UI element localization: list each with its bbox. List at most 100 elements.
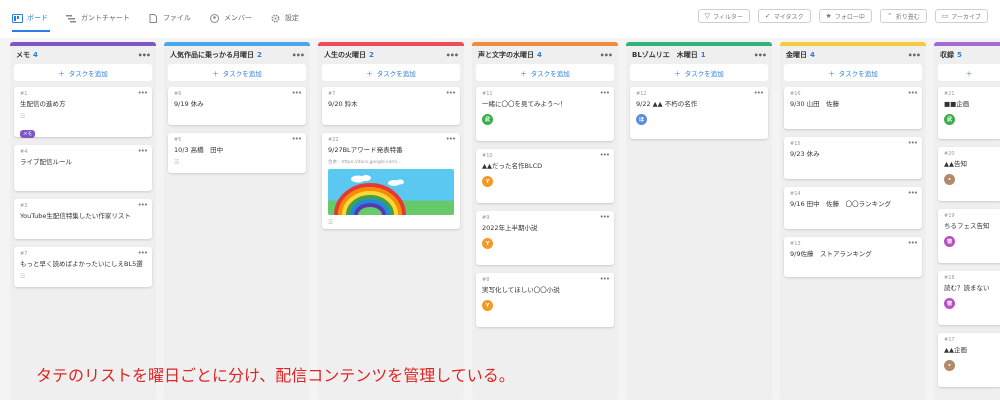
task-card[interactable]: ••• #3 YouTube生配信特集したい作家リスト (14, 199, 152, 239)
tab-gantt[interactable]: ガントチャート (66, 10, 130, 26)
column-title: メモ (16, 51, 30, 59)
card-more-icon[interactable]: ••• (908, 89, 918, 97)
description-icon: ☰ (328, 219, 334, 226)
task-card[interactable]: #21 ■■企画 武 (938, 87, 1000, 139)
list-column-wednesday: 声と文字の水曜日 4 ••• ＋ タスクを追加 ••• #11 一緒に〇〇を見てみ… (472, 42, 618, 400)
task-card[interactable]: ••• #14 9/16 田中 佐藤 〇〇ランキング (784, 187, 922, 229)
card-more-icon[interactable]: ••• (600, 275, 610, 283)
assignee-avatar[interactable]: 徳 (944, 298, 955, 309)
script-link[interactable]: 台本：https://docs.google.com/... (328, 159, 454, 165)
following-button[interactable]: ★ フォロー中 (818, 9, 872, 23)
task-card[interactable]: #20 ▲▲告知 • (938, 147, 1000, 201)
card-more-icon[interactable]: ••• (908, 139, 918, 147)
card-more-icon[interactable]: ••• (908, 189, 918, 197)
task-number: #22 (328, 137, 339, 143)
task-number: #15 (790, 141, 801, 147)
task-title: 一緒に〇〇を見てみよう～！ (482, 100, 567, 108)
column-header[interactable]: メモ 4 ••• (10, 46, 156, 64)
task-card[interactable]: ••• #15 9/23 休み (784, 137, 922, 179)
tab-board[interactable]: ボード (12, 10, 48, 26)
task-card[interactable]: ••• #11 一緒に〇〇を見てみよう～！ 武 (476, 87, 614, 141)
filter-icon: ▽ (704, 12, 711, 20)
assignee-avatar[interactable]: Y (482, 238, 493, 249)
filter-button[interactable]: ▽ フィルター (697, 9, 750, 23)
more-icon[interactable]: ••• (754, 51, 767, 60)
task-card[interactable]: #18 読む？読まない 徳 (938, 271, 1000, 325)
column-header[interactable]: 収録 5 (934, 46, 1000, 64)
task-card[interactable]: ••• #9 2022年上半期小説 Y (476, 211, 614, 265)
column-header[interactable]: 人生の火曜日 2 ••• (318, 46, 464, 64)
column-header[interactable]: 声と文字の水曜日 4 ••• (472, 46, 618, 64)
task-card[interactable]: ••• #10 ▲▲だった名作BLCD Y (476, 149, 614, 203)
task-card[interactable]: ••• #5 10/3 高橋 田中 ☰ (168, 133, 306, 173)
assignee-avatar[interactable]: Y (482, 176, 493, 187)
assignee-avatar[interactable]: 徳 (944, 236, 955, 247)
add-task-button[interactable]: ＋ タスクを追加 (14, 64, 152, 81)
assignee-avatar[interactable]: Y (482, 300, 493, 311)
assignee-avatar[interactable]: ほ (636, 114, 647, 125)
card-more-icon[interactable]: ••• (138, 89, 148, 97)
more-icon[interactable]: ••• (138, 51, 151, 60)
assignee-avatar[interactable]: • (944, 174, 955, 185)
add-task-label: タスクを追加 (68, 69, 108, 78)
task-card[interactable]: ••• #4 ライブ配信ルール (14, 145, 152, 191)
tab-members[interactable]: メンバー (209, 10, 252, 26)
assignee-avatar[interactable]: 武 (482, 114, 493, 125)
add-task-button[interactable]: ＋ タスクを追加 (476, 64, 614, 81)
view-tabs: ボード ガントチャート ファイル メンバー 設定 (12, 10, 299, 26)
tab-settings[interactable]: 設定 (270, 10, 299, 26)
task-card[interactable]: ••• #8 実写化してほしい〇〇小説 Y (476, 273, 614, 327)
card-more-icon[interactable]: ••• (138, 249, 148, 257)
collapse-button[interactable]: ⌃ 折り畳む (879, 9, 927, 23)
column-header[interactable]: BLゾムリエ 木曜日 1 ••• (626, 46, 772, 64)
task-number: #1 (20, 91, 28, 97)
card-more-icon[interactable]: ••• (138, 201, 148, 209)
card-more-icon[interactable]: ••• (138, 147, 148, 155)
board-icon (12, 13, 23, 23)
card-more-icon[interactable]: ••• (600, 151, 610, 159)
archive-button[interactable]: ▭ アーカイブ (934, 9, 988, 23)
column-header[interactable]: 金曜日 4 ••• (780, 46, 926, 64)
collapse-label: 折り畳む (895, 13, 920, 21)
task-number: #8 (482, 277, 490, 283)
task-title: ライブ配信ルール (20, 158, 72, 166)
card-more-icon[interactable]: ••• (292, 89, 302, 97)
add-task-button[interactable]: ＋ (938, 64, 1000, 81)
task-card[interactable]: ••• #22 9/27BLアワード発表特番 台本：https://docs.g… (322, 133, 460, 229)
add-task-button[interactable]: ＋ タスクを追加 (168, 64, 306, 81)
column-count: 1 (700, 51, 706, 59)
column-title: 人生の火曜日 (324, 51, 366, 59)
more-icon[interactable]: ••• (908, 51, 921, 60)
my-tasks-button[interactable]: ✓ マイタスク (757, 9, 811, 23)
card-more-icon[interactable]: ••• (446, 135, 456, 143)
task-title: 2022年上半期小説 (482, 224, 538, 232)
assignee-avatar[interactable]: • (944, 360, 955, 371)
more-icon[interactable]: ••• (600, 51, 613, 60)
task-card[interactable]: #19 ちるフェス告知 徳 (938, 209, 1000, 263)
task-card[interactable]: #17 ▲▲企画 • (938, 333, 1000, 387)
add-task-button[interactable]: ＋ タスクを追加 (630, 64, 768, 81)
task-card[interactable]: ••• #12 9/22 ▲▲ 不朽の名作 ほ (630, 87, 768, 139)
column-header[interactable]: 人気作品に乗っかる月曜日 2 ••• (164, 46, 310, 64)
more-icon[interactable]: ••• (292, 51, 305, 60)
assignee-avatar[interactable]: 武 (944, 114, 955, 125)
tab-files[interactable]: ファイル (148, 10, 191, 26)
add-task-button[interactable]: ＋ タスクを追加 (322, 64, 460, 81)
file-icon (149, 13, 157, 23)
task-number: #3 (20, 203, 28, 209)
card-more-icon[interactable]: ••• (446, 89, 456, 97)
more-icon[interactable]: ••• (446, 51, 459, 60)
task-card[interactable]: ••• #13 9/9佐藤 ストアランキング (784, 237, 922, 277)
card-more-icon[interactable]: ••• (600, 89, 610, 97)
task-card[interactable]: ••• #7 もっと早く読めばよかったいにしえBL5選 ☰ (14, 247, 152, 287)
card-more-icon[interactable]: ••• (754, 89, 764, 97)
add-task-button[interactable]: ＋ タスクを追加 (784, 64, 922, 81)
task-card[interactable]: ••• #6 9/19 休み (168, 87, 306, 125)
task-card[interactable]: ••• #16 9/30 山田 佐藤 (784, 87, 922, 129)
card-more-icon[interactable]: ••• (908, 239, 918, 247)
task-card[interactable]: ••• #1 生配信の進め方 ☰ メモ (14, 87, 152, 138)
card-more-icon[interactable]: ••• (292, 135, 302, 143)
column-title: 声と文字の水曜日 (478, 51, 534, 59)
card-more-icon[interactable]: ••• (600, 213, 610, 221)
task-card[interactable]: ••• #7 9/20 鈴木 (322, 87, 460, 125)
